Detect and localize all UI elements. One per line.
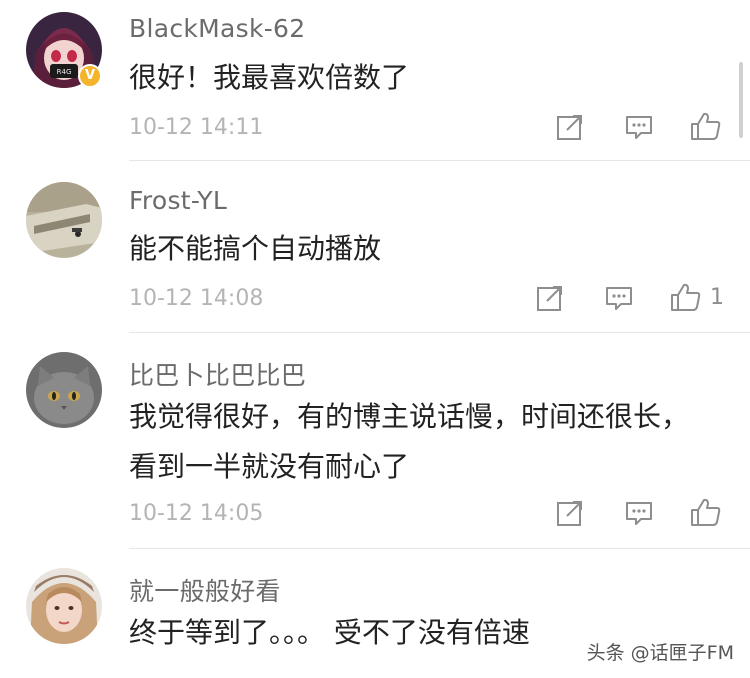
divider [129,332,750,333]
user-avatar[interactable] [26,352,102,428]
timestamp: 10-12 14:08 [129,286,264,311]
like-count: 1 [710,284,724,310]
girl-avatar-icon [26,568,102,644]
share-button[interactable] [556,499,584,527]
share-icon [557,115,582,140]
username[interactable]: BlackMask-62 [129,14,305,43]
username[interactable]: Frost-YL [129,186,227,215]
timestamp: 10-12 14:05 [129,501,264,526]
comment-item: Frost-YL 能不能搞个自动播放 10-12 14:08 1 [0,162,750,333]
share-icon [537,286,562,311]
reply-button[interactable] [605,284,633,312]
comment-item: 比巴卜比巴比巴 我觉得很好，有的博主说话慢，时间还很长，看到一半就没有耐心了 1… [0,334,750,549]
reply-button[interactable] [625,499,653,527]
device-photo-avatar-icon [26,182,102,258]
reply-icon [606,287,632,310]
like-icon [671,283,701,311]
username[interactable]: 就一般般好看 [129,572,281,608]
comment-item: R4G V BlackMask-62 很好！我最喜欢倍数了 10-12 14:1… [0,0,750,161]
share-icon [557,501,582,526]
divider [129,160,750,161]
comment-text: 我觉得很好，有的博主说话慢，时间还很长，看到一半就没有耐心了 [129,400,690,483]
verified-badge: V [78,64,102,88]
watermark: 头条 @话匣子FM [586,642,734,664]
comment-text: 很好！我最喜欢倍数了 [129,61,410,94]
like-icon [691,498,721,526]
like-button[interactable] [690,111,730,141]
share-button[interactable] [536,284,564,312]
user-avatar[interactable] [26,568,102,644]
svg-text:R4G: R4G [57,68,72,76]
like-icon [691,112,721,140]
divider [129,548,750,549]
cat-avatar-icon [26,352,102,428]
user-avatar[interactable] [26,182,102,258]
like-button[interactable] [690,497,730,527]
reply-icon [626,502,652,525]
timestamp: 10-12 14:11 [129,115,264,140]
comment-text: 能不能搞个自动播放 [129,232,382,265]
username[interactable]: 比巴卜比巴比巴 [129,356,306,392]
like-button[interactable]: 1 [670,282,724,312]
comment-feed: R4G V BlackMask-62 很好！我最喜欢倍数了 10-12 14:1… [0,0,750,678]
reply-icon [626,116,652,139]
share-button[interactable] [556,113,584,141]
scrollbar[interactable] [739,62,743,138]
reply-button[interactable] [625,113,653,141]
